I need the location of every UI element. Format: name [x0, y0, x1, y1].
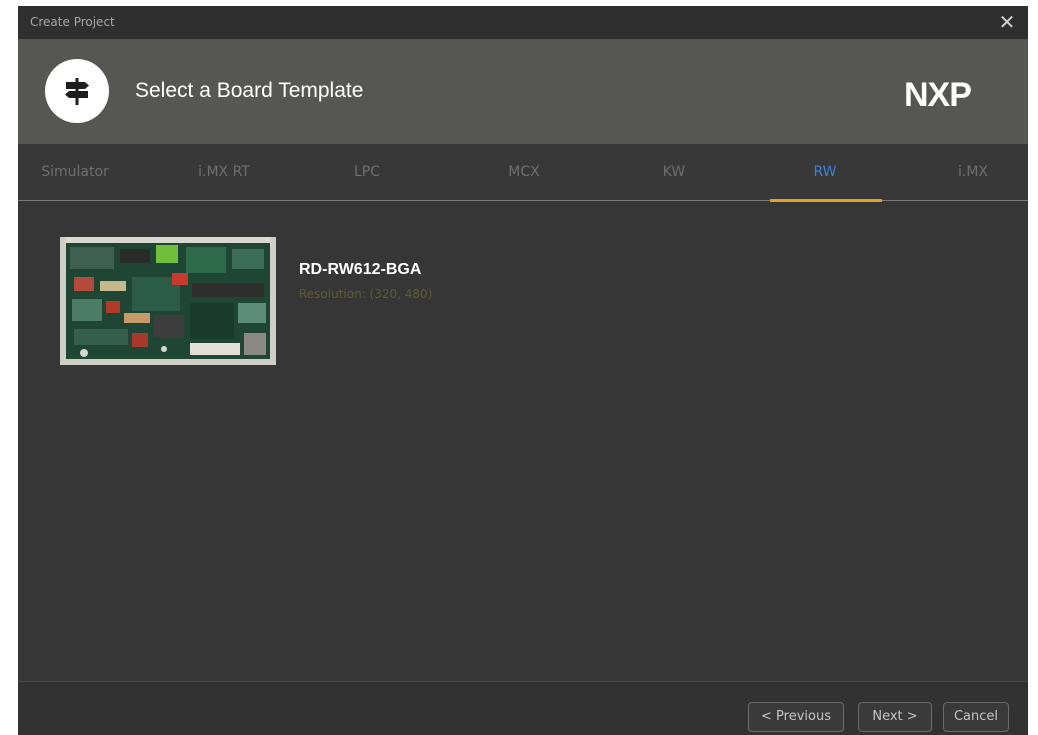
tab-rw[interactable]: RW: [802, 144, 848, 200]
signpost-icon: [45, 59, 109, 123]
previous-button[interactable]: < Previous: [748, 702, 844, 732]
tab-imx[interactable]: i.MX: [950, 144, 996, 200]
cancel-button[interactable]: Cancel: [943, 702, 1009, 732]
tab-kw[interactable]: KW: [654, 144, 694, 200]
active-tab-indicator: [770, 199, 882, 202]
board-family-tabs: Simulator i.MX RT LPC MCX KW RW i.MX: [18, 144, 1028, 201]
tab-lpc[interactable]: LPC: [344, 144, 390, 200]
page-title: Select a Board Template: [135, 79, 364, 102]
board-resolution: Resolution: (320, 480): [299, 287, 433, 301]
board-template-card[interactable]: RD-RW612-BGA Resolution: (320, 480): [58, 234, 538, 374]
tab-imx-rt[interactable]: i.MX RT: [184, 144, 264, 200]
nxp-logo: NXP: [904, 76, 972, 110]
window-title: Create Project: [30, 15, 115, 29]
tab-mcx[interactable]: MCX: [498, 144, 550, 200]
board-image: [60, 237, 276, 365]
next-button[interactable]: Next >: [858, 702, 932, 732]
board-name: RD-RW612-BGA: [299, 261, 422, 278]
tab-simulator[interactable]: Simulator: [32, 144, 118, 200]
wizard-header: Select a Board Template NXP: [18, 39, 1028, 144]
close-icon[interactable]: ✕: [994, 9, 1020, 35]
dialog-footer: < Previous Next > Cancel: [18, 681, 1028, 735]
title-bar[interactable]: Create Project ✕: [18, 6, 1028, 39]
create-project-dialog: Create Project ✕ Select a Board Template…: [18, 6, 1028, 735]
nxp-logo-text: NXP: [904, 76, 971, 110]
